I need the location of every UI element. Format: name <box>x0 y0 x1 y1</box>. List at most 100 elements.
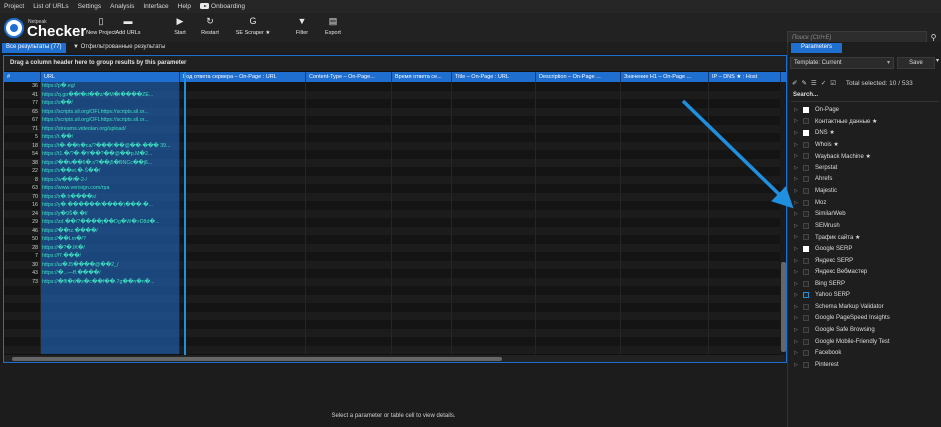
menu-item-1[interactable]: List of URLs <box>33 3 68 10</box>
table-cell[interactable] <box>536 260 621 269</box>
table-cell[interactable] <box>452 201 536 210</box>
table-cell[interactable] <box>452 345 536 354</box>
parameter-checkbox[interactable] <box>803 118 809 125</box>
table-cell[interactable] <box>392 133 452 142</box>
table-cell[interactable] <box>306 175 392 184</box>
table-cell[interactable] <box>536 337 621 346</box>
parameter-group-item[interactable]: ▷ Whois ★ <box>791 139 941 151</box>
table-cell[interactable] <box>306 116 392 125</box>
table-cell[interactable] <box>392 218 452 227</box>
table-row[interactable]: 71 https://streams.videolan.org/upload/ <box>4 124 786 133</box>
table-cell[interactable] <box>180 201 306 210</box>
table-cell[interactable] <box>392 311 452 320</box>
table-row[interactable]: 67 https://scripts.sil.org/OFLhttps://scr… <box>4 116 786 125</box>
table-cell[interactable] <box>709 243 781 252</box>
row-url[interactable]: https://�?�.lK�/ <box>41 243 180 252</box>
table-cell[interactable] <box>621 158 709 167</box>
table-cell[interactable] <box>392 167 452 176</box>
table-row[interactable]: 7 https://⁉.���/ <box>4 252 786 261</box>
table-cell[interactable] <box>306 167 392 176</box>
table-cell[interactable] <box>180 184 306 193</box>
checkbox-icon[interactable]: ☑ <box>830 80 836 87</box>
table-cell[interactable] <box>392 345 452 354</box>
expand-arrow-icon[interactable]: ▷ <box>791 350 801 356</box>
parameter-checkbox[interactable] <box>803 338 809 345</box>
table-cell[interactable] <box>392 107 452 116</box>
table-cell[interactable] <box>306 124 392 133</box>
table-cell[interactable] <box>536 116 621 125</box>
table-cell[interactable] <box>452 175 536 184</box>
table-cell[interactable] <box>180 82 306 91</box>
parameter-checkbox[interactable] <box>803 211 809 218</box>
expand-arrow-icon[interactable]: ▷ <box>791 327 801 333</box>
parameter-group-item[interactable]: ▷ Яндекс Вебмастер <box>791 266 941 278</box>
table-row[interactable]: 38 https://��u��6�.r/?��j5�BNCc��j6... <box>4 158 786 167</box>
table-cell[interactable] <box>180 209 306 218</box>
parameter-checkbox[interactable] <box>803 327 809 334</box>
table-cell[interactable] <box>306 133 392 142</box>
table-cell[interactable] <box>536 286 621 295</box>
tab-all-results[interactable]: Все результаты (77) <box>2 43 66 53</box>
row-url[interactable]: https://�...—ff.����/ <box>41 269 180 278</box>
table-cell[interactable] <box>306 141 392 150</box>
table-cell[interactable] <box>392 90 452 99</box>
parameter-group-item[interactable]: ▷ Трафик сайта ★ <box>791 232 941 244</box>
table-cell[interactable] <box>180 116 306 125</box>
table-cell[interactable] <box>452 124 536 133</box>
table-cell[interactable] <box>452 99 536 108</box>
toolbar-button-1[interactable]: ▬ Add URLs <box>113 16 143 40</box>
row-url[interactable]: https://zd.��/?����j��Dg�W�>D8d�... <box>41 218 180 227</box>
row-url[interactable]: https://scripts.sil.org/OFLhttps://scrip… <box>41 107 180 116</box>
parameter-group-item[interactable]: ▷ Yahoo SERP <box>791 290 941 302</box>
column-header-0[interactable]: # <box>4 72 41 82</box>
row-url[interactable]: https://www.verisign.com/rpa <box>41 184 180 193</box>
row-url[interactable]: https://scripts.sil.org/OFLhttps://scrip… <box>41 116 180 125</box>
table-row[interactable]: 54 https://t1.�/?�-�Y��?��@��p.M�2... <box>4 150 786 159</box>
table-cell[interactable] <box>392 141 452 150</box>
row-url[interactable] <box>41 337 180 346</box>
table-cell[interactable] <box>621 345 709 354</box>
table-cell[interactable] <box>452 226 536 235</box>
table-cell[interactable] <box>180 90 306 99</box>
row-url[interactable]: https://streams.videolan.org/upload/ <box>41 124 180 133</box>
table-cell[interactable] <box>621 99 709 108</box>
table-cell[interactable] <box>306 150 392 159</box>
toolbar-button-2[interactable]: ▶ Start <box>165 16 195 40</box>
table-cell[interactable] <box>452 303 536 312</box>
parameter-checkbox[interactable] <box>803 129 809 136</box>
row-url[interactable]: https://t�-��h�ca/?���!��@��-��� 39... <box>41 141 180 150</box>
row-url[interactable] <box>41 311 180 320</box>
parameter-checkbox[interactable] <box>803 141 809 148</box>
parameter-group-item[interactable]: ▷ On-Page <box>791 104 941 116</box>
table-cell[interactable] <box>306 320 392 329</box>
table-cell[interactable] <box>392 201 452 210</box>
expand-arrow-icon[interactable]: ▷ <box>791 362 801 368</box>
expand-arrow-icon[interactable]: ▷ <box>791 165 801 171</box>
expand-arrow-icon[interactable]: ▷ <box>791 292 801 298</box>
table-row[interactable] <box>4 286 786 295</box>
row-url[interactable]: https://v��et.�-Š��/ <box>41 167 180 176</box>
parameter-group-item[interactable]: ▷ Schema Markup Validator <box>791 301 941 313</box>
table-cell[interactable] <box>709 133 781 142</box>
table-cell[interactable] <box>536 243 621 252</box>
expand-arrow-icon[interactable]: ▷ <box>791 269 801 275</box>
parameter-checkbox[interactable] <box>803 234 809 241</box>
expand-arrow-icon[interactable]: ▷ <box>791 153 801 159</box>
table-cell[interactable] <box>621 260 709 269</box>
table-row[interactable]: 8 https://w��i�-2-/ <box>4 175 786 184</box>
expand-arrow-icon[interactable]: ▷ <box>791 304 801 310</box>
table-cell[interactable] <box>709 260 781 269</box>
table-cell[interactable] <box>180 218 306 227</box>
table-cell[interactable] <box>536 141 621 150</box>
parameter-group-item[interactable]: ▷ Ahrefs <box>791 174 941 186</box>
table-cell[interactable] <box>536 184 621 193</box>
parameter-checkbox[interactable] <box>803 245 809 252</box>
row-url[interactable]: https://��u��6�.r/?��j5�BNCc��j6... <box>41 158 180 167</box>
table-cell[interactable] <box>536 226 621 235</box>
parameter-group-item[interactable]: ▷ Яндекс SERP <box>791 255 941 267</box>
table-cell[interactable] <box>180 286 306 295</box>
row-url[interactable] <box>41 303 180 312</box>
table-cell[interactable] <box>180 124 306 133</box>
toolbar-button-5[interactable]: ▼ Filter <box>287 16 317 40</box>
row-url[interactable]: https://t.��/ <box>41 133 180 142</box>
